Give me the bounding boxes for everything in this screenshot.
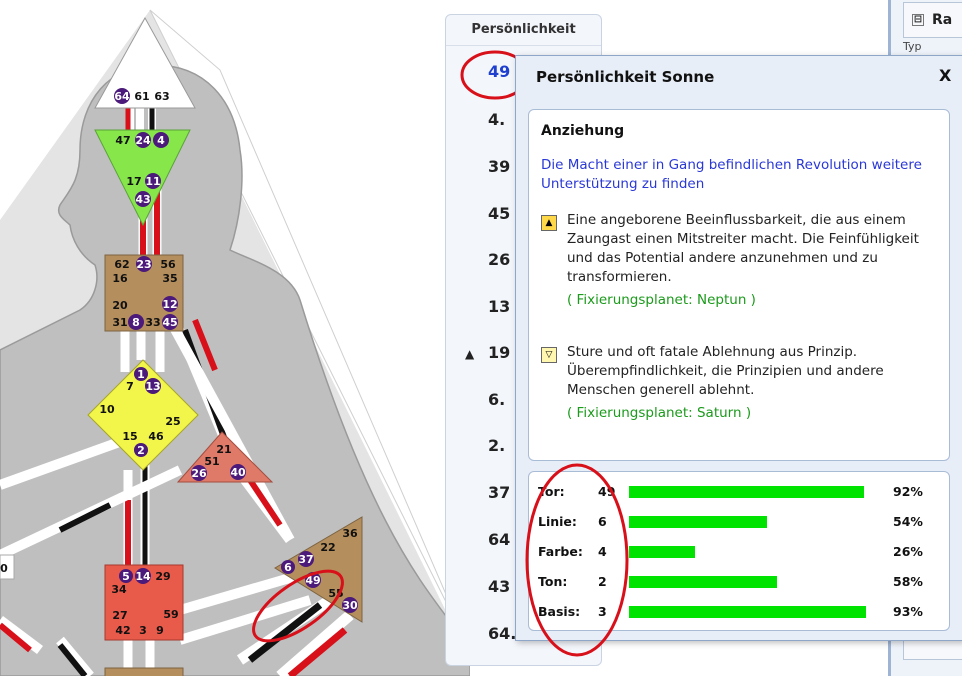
gate-47: 47 (115, 134, 130, 147)
gate-62: 62 (114, 258, 129, 271)
stat-bar-farbe (629, 546, 695, 558)
gate-26: 26 (191, 467, 207, 480)
side-gate-4[interactable]: 45 (488, 204, 510, 223)
gate-20: 20 (112, 299, 128, 312)
gate-17: 17 (126, 175, 141, 188)
side-gate-8[interactable]: 6. (488, 390, 505, 409)
gate-63: 63 (154, 90, 169, 103)
exalted-triangle-icon: ▲ (541, 215, 557, 231)
side-gate-12[interactable]: 43 (488, 577, 510, 596)
annotation-circle-stats (525, 463, 629, 657)
side-gate-11[interactable]: 64 (488, 530, 510, 549)
exalted-marker-icon: ▲ (465, 347, 475, 361)
gate-4: 4 (157, 134, 165, 147)
gate-13: 13 (145, 380, 160, 393)
gate-24: 24 (135, 134, 151, 147)
gate-3: 3 (139, 624, 147, 637)
rave-tab[interactable]: ⊟ Ra (903, 2, 962, 38)
gate-8: 8 (132, 316, 140, 329)
gate-42: 42 (115, 624, 130, 637)
side-gate-6[interactable]: 13 (488, 297, 510, 316)
gate-31: 31 (112, 316, 127, 329)
gate-27: 27 (112, 609, 127, 622)
detriment-text: Sture und oft fatale Ablehnung aus Prinz… (567, 344, 884, 398)
detriment-triangle-icon: ▽ (541, 347, 557, 363)
gate-33: 33 (145, 316, 160, 329)
gate-22: 22 (320, 541, 335, 554)
exalted-planet: ( Fixierungsplanet: Neptun ) (567, 292, 756, 308)
stat-bar-tor (629, 486, 864, 498)
stat-bar-linie (629, 516, 767, 528)
stat-bar-basis (629, 606, 866, 618)
gate-6: 6 (284, 561, 292, 574)
gate-64: 64 (114, 90, 130, 103)
gate-45: 45 (162, 316, 177, 329)
detriment-planet: ( Fixierungsplanet: Saturn ) (567, 405, 752, 421)
rave-tab-label: Ra (932, 12, 953, 28)
gate-16: 16 (112, 272, 128, 285)
gate-5: 5 (122, 570, 130, 583)
exalted-text: Eine angeborene Beeinflussbarkeit, die a… (567, 212, 919, 285)
gate-30: 30 (342, 599, 358, 612)
gate-2: 2 (137, 444, 145, 457)
stat-percent-farbe: 26% (893, 544, 923, 559)
gate-40: 40 (230, 466, 246, 479)
side-gate-earth[interactable]: 4. (488, 110, 505, 129)
gate-11: 11 (145, 175, 160, 188)
gate-14: 14 (135, 570, 151, 583)
gate-description: Die Macht einer in Gang befindlichen Rev… (541, 157, 922, 192)
gate-59: 59 (163, 608, 178, 621)
gate-36: 36 (342, 527, 358, 540)
side-gate-3[interactable]: 39 (488, 157, 510, 176)
gate-12: 12 (162, 298, 177, 311)
gate-43: 43 (135, 193, 150, 206)
stat-percent-linie: 54% (893, 514, 923, 529)
description-box: Anziehung Die Macht einer in Gang befind… (528, 109, 950, 461)
gate-1: 1 (137, 368, 145, 381)
gate-25: 25 (165, 415, 180, 428)
bodygraph-chart: 64 61 63 47 24 4 17 11 43 62 23 56 16 35… (0, 9, 470, 676)
personality-header: Persönlichkeit (446, 15, 601, 46)
gate-34: 34 (111, 583, 127, 596)
gate-61: 61 (134, 90, 149, 103)
side-gate-5[interactable]: 26 (488, 250, 510, 269)
side-gate-10[interactable]: 37 (488, 483, 510, 502)
stat-percent-basis: 93% (893, 604, 923, 619)
gate-37: 37 (298, 553, 313, 566)
stat-bar-ton (629, 576, 777, 588)
side-gate-9[interactable]: 2. (488, 436, 505, 455)
gate-46: 46 (148, 430, 164, 443)
gate-35: 35 (162, 272, 177, 285)
popup-title: Persönlichkeit Sonne (536, 68, 715, 86)
gate-29: 29 (155, 570, 170, 583)
gate-heading: Anziehung (541, 123, 625, 139)
stat-percent-tor: 92% (893, 484, 923, 499)
gate-0: 0 (0, 562, 8, 575)
gate-15: 15 (122, 430, 137, 443)
close-button[interactable]: X (939, 66, 951, 85)
gate-10: 10 (99, 403, 115, 416)
side-gate-13[interactable]: 64. (488, 624, 516, 643)
collapse-icon[interactable]: ⊟ (912, 14, 924, 26)
side-gate-7[interactable]: 19 (488, 343, 510, 362)
stat-percent-ton: 58% (893, 574, 923, 589)
gate-56: 56 (160, 258, 176, 271)
gate-9: 9 (156, 624, 164, 637)
root-center[interactable] (104, 667, 184, 676)
gate-7: 7 (126, 380, 134, 393)
gate-23: 23 (136, 258, 151, 271)
